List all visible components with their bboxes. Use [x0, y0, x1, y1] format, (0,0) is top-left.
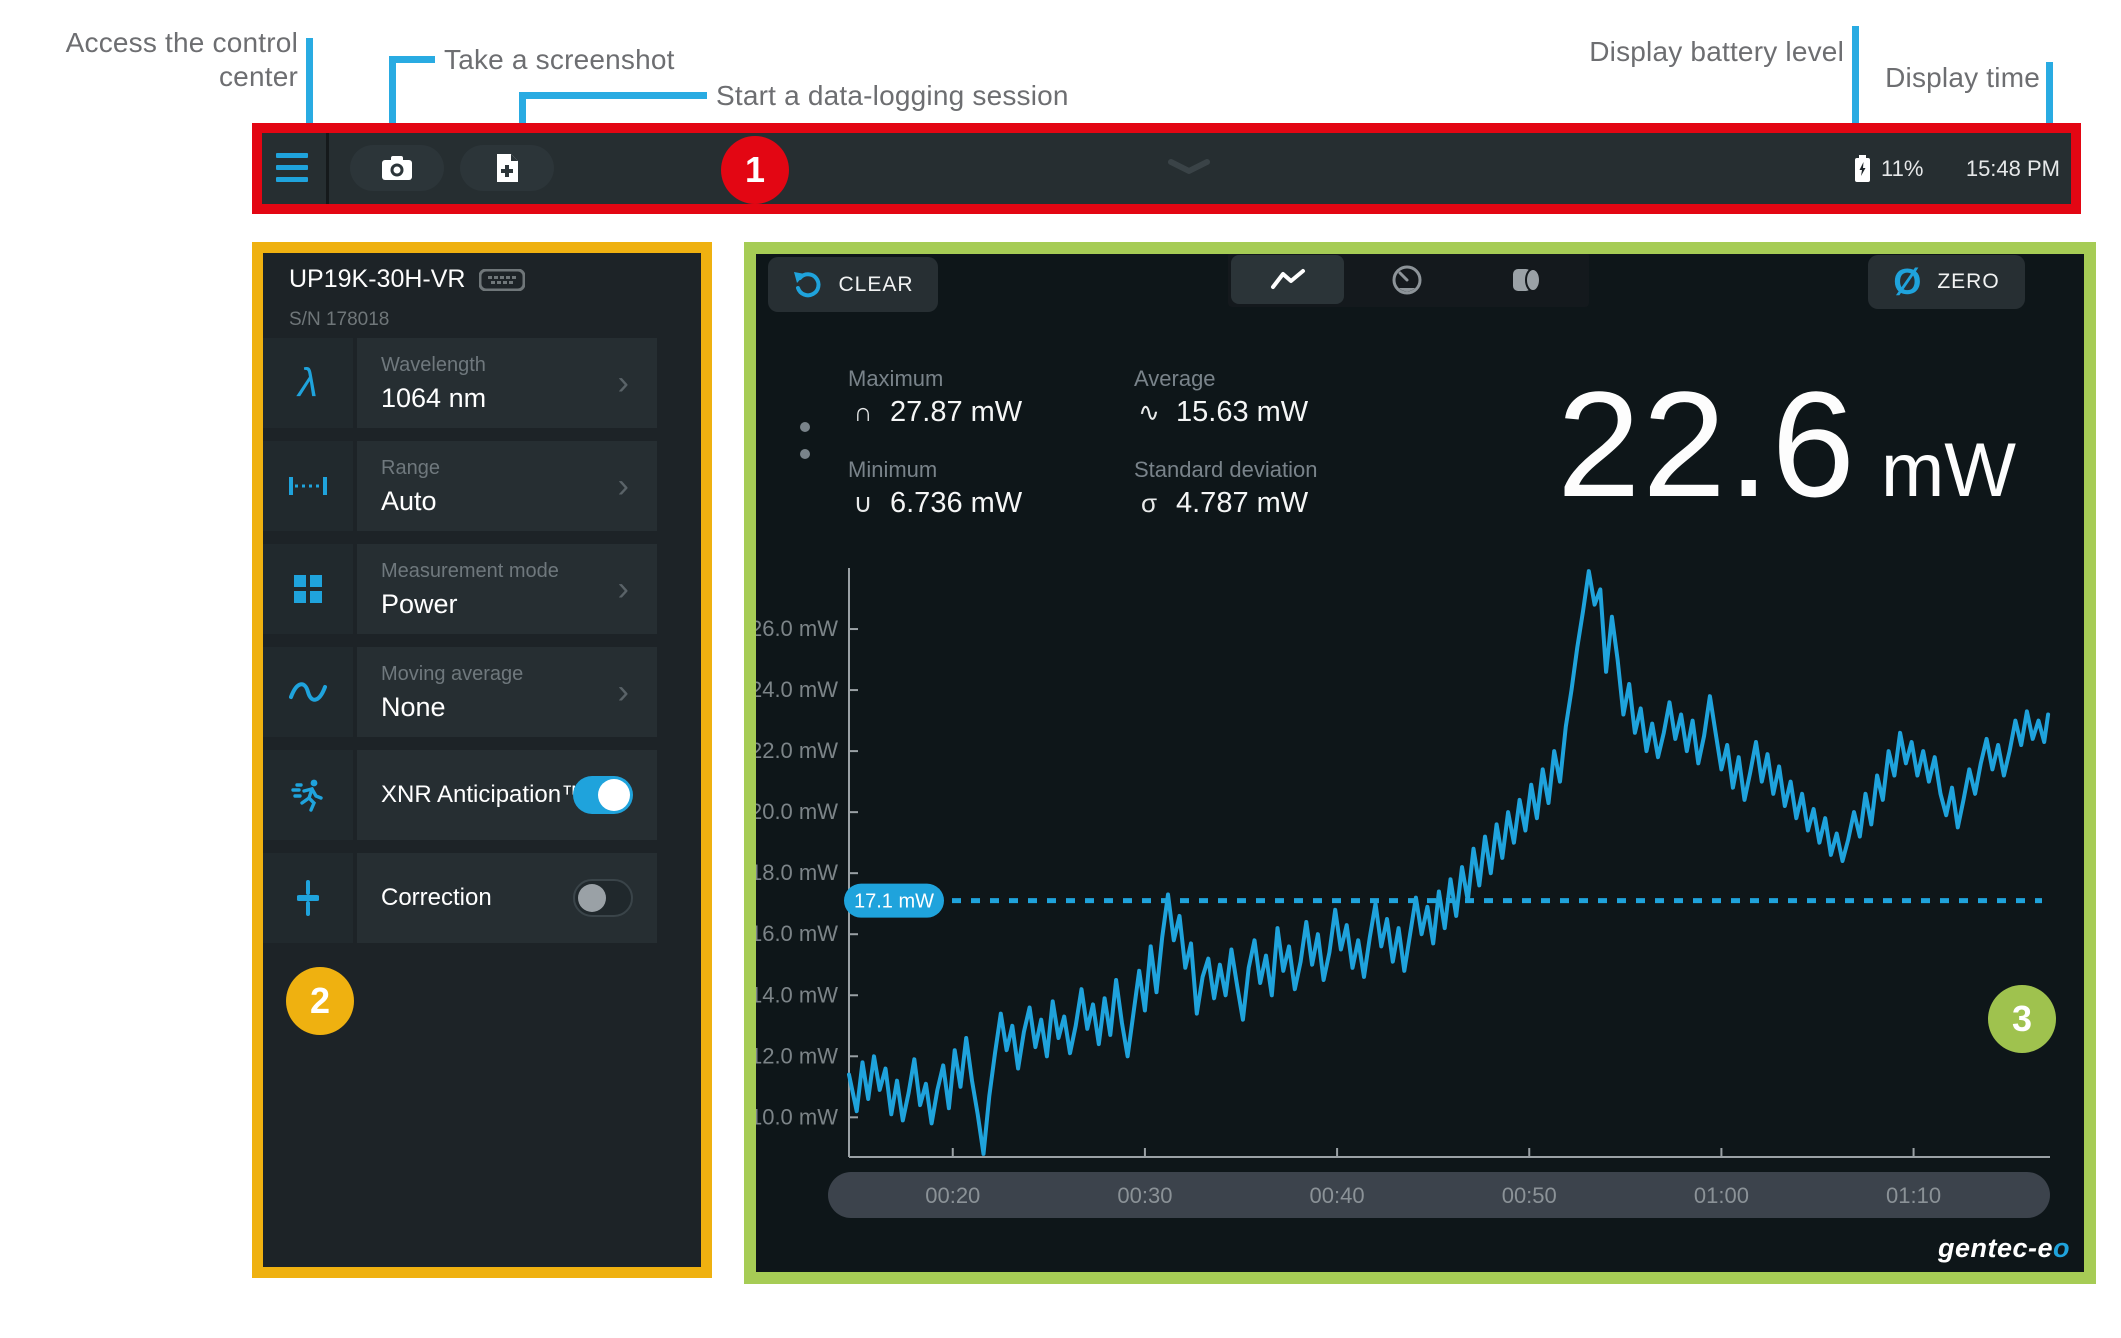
- time-text: 15:48 PM: [1965, 155, 2060, 181]
- datalog-button[interactable]: [460, 145, 554, 191]
- toolbar-collapse-chevron-icon[interactable]: [1167, 158, 1211, 176]
- battery-status: 11%: [1854, 133, 1923, 204]
- callout-frame-sidebar: [252, 242, 712, 1278]
- annotation-screenshot: Take a screenshot: [444, 44, 675, 75]
- annotation-line-datalog-h: [519, 92, 707, 99]
- camera-icon: [382, 156, 412, 180]
- battery-icon: [1855, 154, 1870, 182]
- annotation-battery: Display battery level: [1589, 36, 1844, 67]
- menu-button[interactable]: [276, 146, 308, 189]
- screenshot-button[interactable]: [350, 145, 444, 191]
- callout-badge-1: 1: [721, 136, 789, 204]
- new-document-icon: [497, 154, 518, 182]
- toolbar-divider: [326, 133, 329, 204]
- app-toolbar: 11% 15:48 PM: [262, 133, 2071, 204]
- callout-badge-2: 2: [286, 967, 354, 1035]
- annotation-control-center: Access the control center: [65, 27, 298, 92]
- battery-percent: 11%: [1881, 155, 1924, 181]
- callout-badge-3: 3: [1988, 985, 2056, 1053]
- menu-icon: [276, 153, 308, 158]
- annotation-datalog: Start a data-logging session: [716, 80, 1069, 111]
- clock-display: 15:48 PM: [1952, 133, 2060, 204]
- annotation-time: Display time: [1885, 62, 2040, 93]
- callout-frame-display: [744, 242, 2096, 1284]
